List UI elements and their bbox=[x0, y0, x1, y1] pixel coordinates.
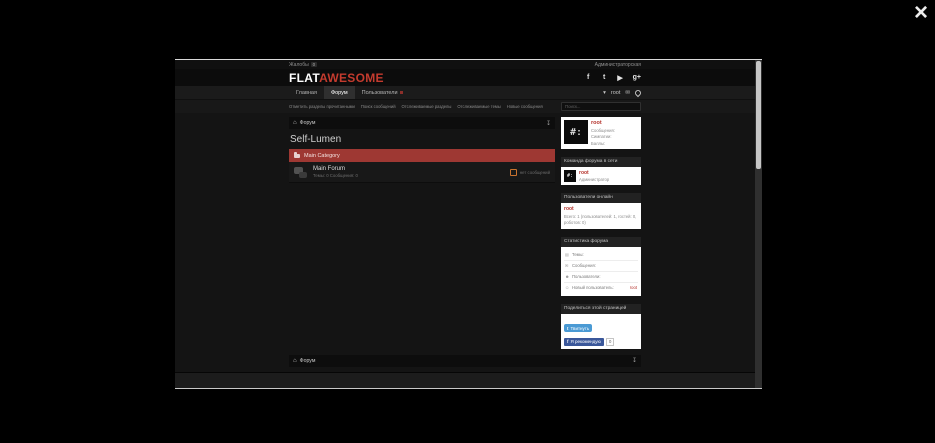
stat-row-users: ☻ Пользователи: bbox=[564, 272, 638, 283]
forum-row[interactable]: Main Forum Темы: 0 Сообщения: 0 нет сооб… bbox=[289, 162, 555, 183]
new-user-icon: ☺ bbox=[565, 285, 570, 291]
avatar[interactable]: #: bbox=[564, 120, 588, 144]
site-header: FLATAWESOME f t ▶ g+ bbox=[175, 69, 755, 86]
users-online-card: root Всего: 1 (пользователей: 1, гостей:… bbox=[561, 202, 641, 229]
site-logo[interactable]: FLATAWESOME bbox=[289, 71, 384, 85]
category-name: Main Category bbox=[304, 152, 340, 159]
page-title: Self-Lumen bbox=[290, 134, 342, 145]
chevron-down-icon: ▾ bbox=[603, 89, 606, 96]
stat-users-label: Пользователи: bbox=[572, 274, 601, 280]
forum-stats-header: Статистика форума bbox=[561, 236, 641, 247]
users-icon: ☻ bbox=[565, 274, 570, 280]
moderator-bar: Жалобы 0 Администраторская bbox=[175, 60, 755, 69]
facebook-button-label: Я рекомендую bbox=[570, 339, 601, 345]
share-page-card: t Твитнуть f Я рекомендую 0 bbox=[561, 313, 641, 349]
sidebar: #: root Сообщения: Симпатии: Баллы: Кома… bbox=[561, 117, 641, 349]
online-username-link[interactable]: root bbox=[564, 206, 638, 212]
reports-count-badge: 0 bbox=[310, 62, 318, 67]
visitor-panel: #: root Сообщения: Симпатии: Баллы: bbox=[561, 117, 641, 149]
visitor-likes-label: Симпатии: bbox=[591, 134, 612, 139]
share-icon[interactable]: ↧ bbox=[546, 120, 551, 127]
forum-site-viewport: Жалобы 0 Администраторская FLATAWESOME f… bbox=[175, 60, 755, 388]
social-links: f t ▶ g+ bbox=[585, 74, 641, 82]
breadcrumb-forum-link[interactable]: Форум bbox=[300, 358, 316, 364]
visitor-points-label: Баллы: bbox=[591, 140, 606, 146]
tab-members[interactable]: Пользователи bbox=[355, 86, 410, 99]
mark-read-link[interactable]: Отметить разделы прочитанными bbox=[289, 104, 355, 109]
scrollbar-thumb[interactable] bbox=[756, 61, 761, 169]
logo-awesome: AWESOME bbox=[319, 70, 384, 85]
users-online-header: Пользователи онлайн bbox=[561, 192, 641, 203]
tweet-button[interactable]: t Твитнуть bbox=[564, 324, 593, 333]
window-bottom-band bbox=[175, 372, 755, 388]
stat-row-newest-user: ☺ Новый пользователь: root bbox=[564, 283, 638, 293]
watched-threads-link[interactable]: Отслеживаемые темы bbox=[457, 104, 500, 109]
main-content: ⌂ Форум ↧ Self-Lumen Main Category Main … bbox=[289, 113, 641, 388]
share-icon[interactable]: ↧ bbox=[632, 357, 637, 364]
googleplus-icon[interactable]: g+ bbox=[633, 74, 641, 81]
tab-forum[interactable]: Форум bbox=[323, 86, 355, 99]
breadcrumb-bottom: ⌂ Форум ↧ bbox=[289, 354, 641, 367]
stat-newest-user-link[interactable]: root bbox=[630, 285, 637, 290]
inbox-icon[interactable]: ✉ bbox=[625, 90, 630, 96]
admin-cp-link[interactable]: Администраторская bbox=[595, 62, 641, 68]
facebook-share-count: 0 bbox=[605, 337, 615, 346]
forum-link[interactable]: Main Forum bbox=[313, 166, 358, 172]
messages-icon: ✉ bbox=[565, 263, 569, 269]
tab-members-label: Пользователи bbox=[361, 89, 398, 96]
youtube-icon[interactable]: ▶ bbox=[617, 74, 624, 82]
main-navigation: Главная Форум Пользователи ▾ root ✉ bbox=[175, 86, 755, 99]
topics-icon: ▤ bbox=[565, 252, 569, 258]
forum-bubbles-icon bbox=[294, 166, 308, 178]
folder-icon bbox=[294, 152, 300, 158]
logo-flat: FLAT bbox=[289, 70, 320, 85]
facebook-icon: f bbox=[567, 339, 569, 345]
visitor-messages-label: Сообщения: bbox=[591, 127, 615, 133]
watched-forums-link[interactable]: Отслеживаемые разделы bbox=[402, 104, 452, 109]
home-icon[interactable]: ⌂ bbox=[293, 358, 297, 364]
tab-home[interactable]: Главная bbox=[289, 86, 324, 99]
staff-username-link[interactable]: root bbox=[579, 170, 609, 176]
reports-link[interactable]: Жалобы bbox=[289, 62, 309, 68]
home-icon[interactable]: ⌂ bbox=[293, 120, 297, 126]
facebook-recommend-button[interactable]: f Я рекомендую bbox=[564, 337, 604, 346]
forum-stats: Темы: 0 Сообщения: 0 bbox=[313, 173, 358, 178]
search-posts-link[interactable]: Поиск сообщений bbox=[361, 104, 396, 109]
online-summary: Всего: 1 (пользователей: 1, гостей: 0, р… bbox=[564, 213, 637, 225]
facebook-icon[interactable]: f bbox=[585, 74, 592, 81]
breadcrumb: ⌂ Форум ↧ bbox=[289, 117, 555, 129]
staff-online-card: #: root Администратор bbox=[561, 166, 641, 185]
lastpost-label: нет сообщений bbox=[519, 169, 550, 175]
twitter-icon: t bbox=[567, 325, 569, 331]
new-posts-link[interactable]: Новые сообщения bbox=[507, 104, 543, 109]
user-menu[interactable]: root bbox=[611, 90, 620, 96]
avatar[interactable]: #: bbox=[564, 169, 576, 182]
search-input[interactable] bbox=[561, 102, 641, 111]
stat-newest-user-label: Новый пользователь: bbox=[572, 285, 614, 291]
tweet-button-label: Твитнуть bbox=[570, 325, 590, 331]
category-header[interactable]: Main Category bbox=[289, 149, 555, 162]
close-icon[interactable]: × bbox=[914, 0, 928, 26]
stat-topics-label: Темы: bbox=[572, 252, 584, 258]
twitter-icon[interactable]: t bbox=[601, 74, 608, 81]
browser-page: Жалобы 0 Администраторская FLATAWESOME f… bbox=[175, 59, 762, 389]
scrollbar[interactable] bbox=[755, 60, 762, 388]
members-dropdown-indicator bbox=[399, 91, 403, 94]
stat-row-topics: ▤ Темы: bbox=[564, 250, 638, 261]
staff-role-label: Администратор bbox=[579, 176, 610, 182]
stat-row-messages: ✉ Сообщения: bbox=[564, 261, 638, 272]
breadcrumb-forum-link[interactable]: Форум bbox=[300, 120, 316, 126]
staff-online-header: Команда форума в сети bbox=[561, 156, 641, 167]
location-icon[interactable] bbox=[633, 88, 643, 97]
share-page-header: Поделиться этой страницей bbox=[561, 303, 641, 314]
stat-messages-label: Сообщения: bbox=[572, 263, 596, 269]
forum-category: Main Category Main Forum Темы: 0 Сообщен… bbox=[289, 149, 555, 183]
forum-stats-card: ▤ Темы: ✉ Сообщения: ☻ Пользователи: ☺ Н… bbox=[561, 246, 641, 296]
visitor-username-link[interactable]: root bbox=[591, 120, 615, 126]
sub-navigation: Отметить разделы прочитанными Поиск сооб… bbox=[175, 99, 755, 113]
no-posts-icon bbox=[509, 168, 517, 176]
